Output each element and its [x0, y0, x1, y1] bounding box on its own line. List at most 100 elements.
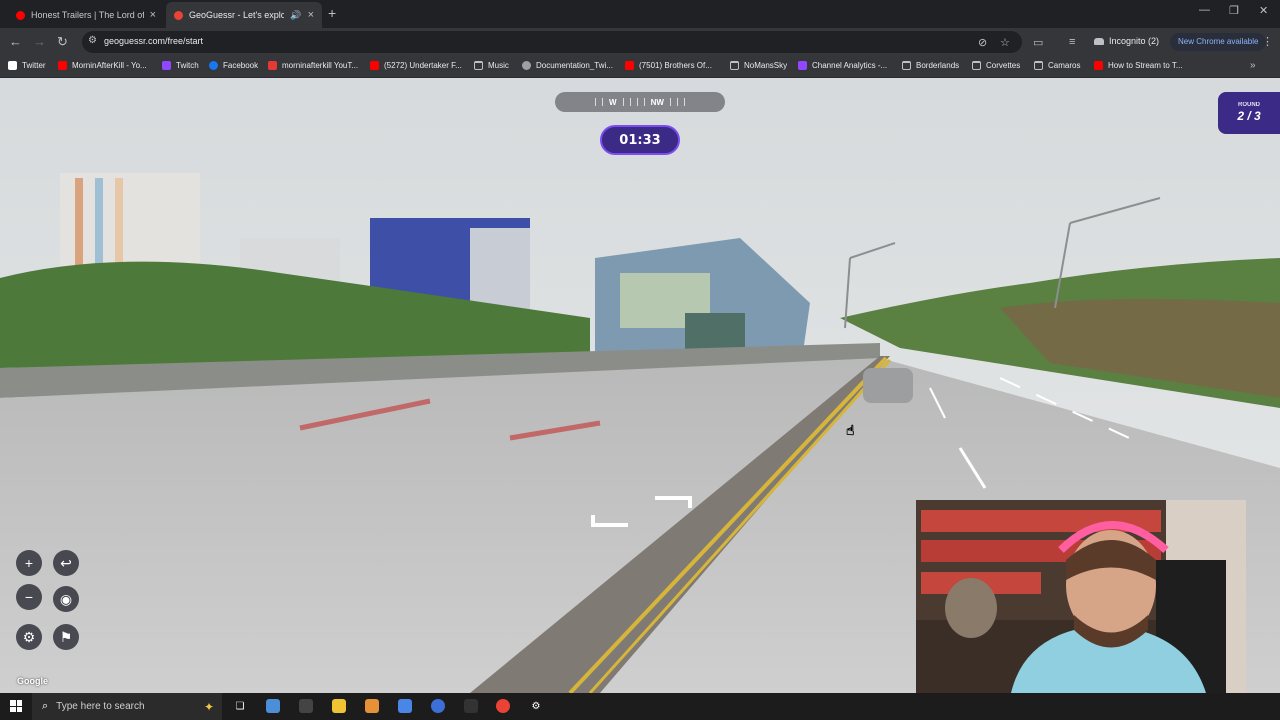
close-tab-icon[interactable]: × [308, 9, 314, 21]
close-window-button[interactable]: ✕ [1259, 4, 1268, 17]
windows-taskbar: ⌕ Type here to search ✦ ❏ ⚙ [0, 693, 1280, 720]
settings-button[interactable]: ⚙ [16, 624, 42, 650]
incognito-indicator[interactable]: Incognito (2) [1094, 36, 1159, 46]
car [863, 368, 913, 403]
settings-gear-icon[interactable]: ⚙ [529, 699, 543, 713]
bookmark-label: Channel Analytics -... [812, 61, 888, 70]
compass-tick [595, 98, 597, 106]
app-icon[interactable] [464, 699, 478, 713]
compass-bar: W NW [555, 92, 725, 112]
bookmark-twitch[interactable]: Twitch [162, 61, 199, 70]
twitch-icon [798, 61, 807, 70]
bookmark-folder-corvettes[interactable]: Corvettes [972, 61, 1020, 70]
return-to-start-button[interactable]: ◉ [53, 586, 79, 612]
bookmark-label: (7501) Brothers Of... [639, 61, 712, 70]
forward-button[interactable]: → [33, 34, 46, 49]
search-placeholder: Type here to search [56, 701, 145, 712]
minimize-button[interactable]: — [1199, 4, 1210, 16]
search-icon: ⌕ [42, 700, 49, 712]
app-icon[interactable] [365, 699, 379, 713]
browser-title-bar: Honest Trailers | The Lord of the × GeoG… [0, 0, 1280, 28]
site-info-icon[interactable]: ⚙ [88, 35, 97, 46]
tab-geoguessr[interactable]: GeoGuessr - Let's explore th 🔊 × [166, 2, 322, 28]
bookmark-label: Camaros [1048, 61, 1081, 70]
back-button[interactable]: ← [9, 34, 22, 49]
streamer-webcam [916, 500, 1246, 693]
chrome-icon[interactable] [496, 699, 510, 713]
round-timer: 01:33 [600, 125, 680, 155]
plush-toy [945, 578, 997, 638]
x-icon [8, 61, 17, 70]
bookmark-label: Music [488, 61, 509, 70]
new-tab-button[interactable]: + [328, 5, 336, 21]
compass-northwest: NW [650, 97, 664, 107]
zoom-out-button[interactable]: − [16, 584, 42, 610]
folder-icon [972, 61, 981, 70]
bookmark-label: morninafterkill YouT... [282, 61, 359, 70]
reload-button[interactable]: ↻ [57, 34, 68, 50]
app-icon[interactable] [431, 699, 445, 713]
youtube-icon [370, 61, 379, 70]
facebook-icon [209, 61, 218, 70]
bookmark-how-to-stream[interactable]: How to Stream to T... [1094, 61, 1183, 70]
bookmark-star-icon[interactable]: ☆ [1000, 36, 1010, 49]
app-icon[interactable] [398, 699, 412, 713]
incognito-icon [1094, 37, 1104, 45]
bookmark-documentation[interactable]: Documentation_Twi... [522, 61, 613, 70]
bookmark-channel-analytics[interactable]: Channel Analytics -... [798, 61, 887, 70]
bookmark-label: Twitter [22, 61, 46, 70]
compass-tick [683, 98, 685, 106]
globe-icon [522, 61, 531, 70]
menu-icon[interactable]: ⋮ [1262, 35, 1273, 48]
compass-tick [676, 98, 678, 106]
incognito-label: Incognito (2) [1109, 36, 1160, 46]
bookmark-label: Twitch [176, 61, 199, 70]
google-logo: Google [17, 676, 48, 686]
folder-icon [902, 61, 911, 70]
file-explorer-icon[interactable] [332, 699, 346, 713]
update-chrome-button[interactable]: New Chrome available [1170, 33, 1267, 51]
media-controls-icon[interactable]: ≡ [1069, 36, 1075, 48]
copilot-icon[interactable] [266, 699, 280, 713]
task-view-icon[interactable]: ❏ [233, 699, 247, 713]
maximize-button[interactable]: ❐ [1229, 4, 1239, 17]
checkpoint-flag-button[interactable]: ⚑ [53, 624, 79, 650]
bookmarks-bar: Twitter MorninAfterKill - Yo... Twitch F… [0, 56, 1280, 78]
bookmark-label: Borderlands [916, 61, 960, 70]
map-pin-icon [174, 10, 183, 20]
tab-title: Honest Trailers | The Lord of the [31, 10, 144, 20]
folder-icon [474, 61, 483, 70]
twitch-icon [162, 61, 171, 70]
eye-slash-icon[interactable]: ⊘ [978, 36, 987, 49]
bookmark-undertaker[interactable]: (5272) Undertaker F... [370, 61, 462, 70]
folder-icon [730, 61, 739, 70]
cast-icon[interactable]: ▭ [1033, 36, 1043, 49]
round-indicator: ROUND 2 / 3 [1218, 92, 1280, 134]
bookmark-folder-borderlands[interactable]: Borderlands [902, 61, 959, 70]
compass-tick [602, 98, 604, 106]
close-tab-icon[interactable]: × [150, 9, 156, 21]
sparkle-icon: ✦ [203, 699, 214, 714]
compass-west: W [609, 97, 617, 107]
compass-tick [622, 98, 624, 106]
bookmark-brothers[interactable]: (7501) Brothers Of... [625, 61, 712, 70]
taskbar-search-box[interactable]: ⌕ Type here to search ✦ [32, 693, 222, 720]
zoom-in-button[interactable]: + [16, 550, 42, 576]
app-icon[interactable] [299, 699, 313, 713]
undo-move-button[interactable]: ↩ [53, 550, 79, 576]
bookmark-folder-music[interactable]: Music [474, 61, 509, 70]
youtube-icon [58, 61, 67, 70]
bookmark-morninafterkill-youtube[interactable]: morninafterkill YouT... [268, 61, 358, 70]
bookmark-folder-nomanssky[interactable]: NoMansSky [730, 61, 787, 70]
more-bookmarks-icon[interactable]: » [1250, 60, 1256, 71]
address-bar[interactable]: ⚙ geoguessr.com/free/start ⊘ ☆ [82, 31, 1022, 53]
tab-honest-trailers[interactable]: Honest Trailers | The Lord of the × [8, 2, 164, 28]
bookmark-label: Facebook [223, 61, 259, 70]
bookmark-facebook[interactable]: Facebook [209, 61, 258, 70]
audio-icon[interactable]: 🔊 [290, 10, 301, 21]
bookmark-label: Documentation_Twi... [536, 61, 613, 70]
windows-start-icon[interactable] [10, 700, 22, 712]
bookmark-folder-camaros[interactable]: Camaros [1034, 61, 1080, 70]
bookmark-twitter[interactable]: Twitter [8, 61, 46, 70]
bookmark-morninafterkill[interactable]: MorninAfterKill - Yo... [58, 61, 147, 70]
